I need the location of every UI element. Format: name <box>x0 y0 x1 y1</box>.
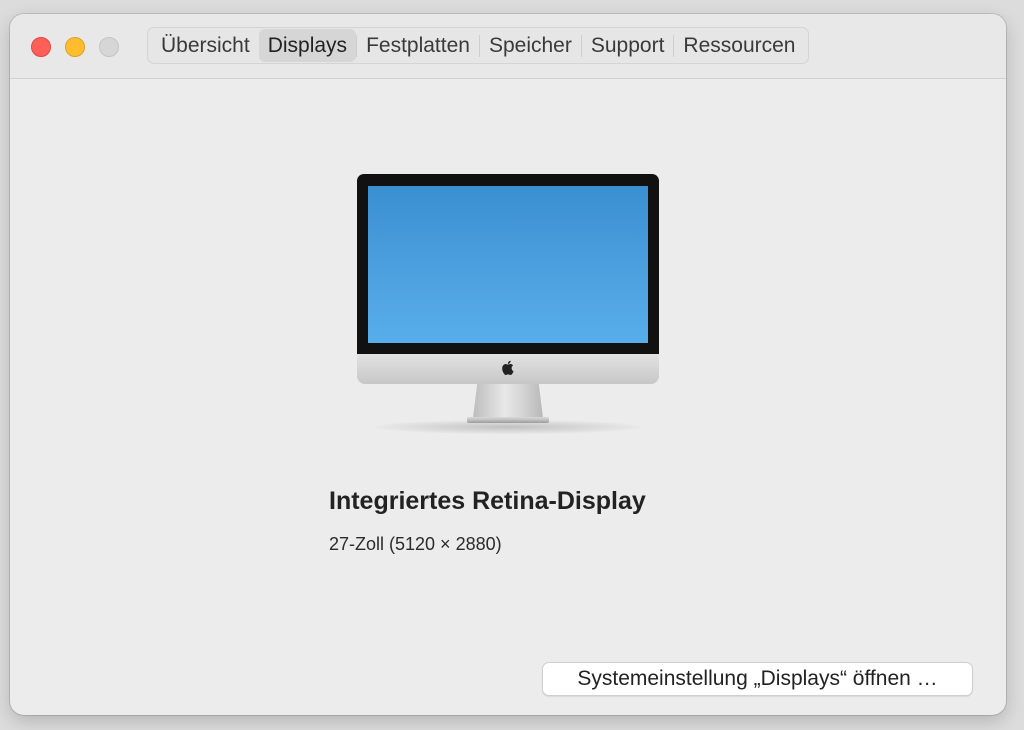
minimize-button[interactable] <box>65 37 85 57</box>
zoom-button[interactable] <box>99 37 119 57</box>
displays-pane: Integriertes Retina-Display 27-Zoll (512… <box>10 79 1006 715</box>
tab-displays[interactable]: Displays <box>258 29 357 62</box>
imac-stand <box>473 384 543 418</box>
display-name: Integriertes Retina-Display <box>329 487 646 515</box>
tab-bar: Übersicht Displays Festplatten Speicher … <box>147 27 810 64</box>
imac-icon <box>355 174 661 434</box>
about-this-mac-window: Übersicht Displays Festplatten Speicher … <box>10 14 1006 715</box>
open-display-settings-button[interactable]: Systemeinstellung „Displays“ öffnen … <box>542 662 973 696</box>
tab-support[interactable]: Support <box>582 29 674 62</box>
tab-resources[interactable]: Ressourcen <box>674 29 804 62</box>
close-button[interactable] <box>31 37 51 57</box>
imac-shadow <box>375 420 641 434</box>
title-bar: Übersicht Displays Festplatten Speicher … <box>10 14 1006 79</box>
imac-bezel <box>357 174 659 354</box>
tab-overview[interactable]: Übersicht <box>152 29 259 62</box>
tab-memory[interactable]: Speicher <box>480 29 581 62</box>
imac-screen <box>368 186 648 343</box>
tab-storage[interactable]: Festplatten <box>357 29 479 62</box>
apple-logo-icon <box>500 360 514 376</box>
display-size: 27-Zoll (5120 × 2880) <box>329 534 502 554</box>
